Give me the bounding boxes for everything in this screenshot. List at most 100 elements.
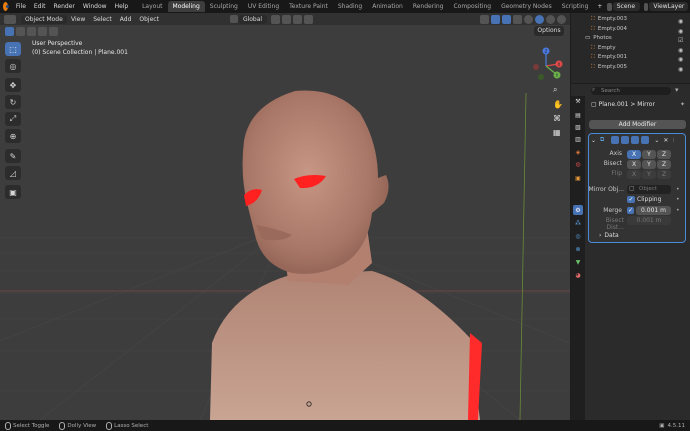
tab-rendering[interactable]: Rendering [408, 1, 449, 12]
constraints-tab-icon[interactable]: ⊗ [573, 244, 583, 254]
select-subtract-icon[interactable] [27, 27, 36, 36]
zoom-icon[interactable]: ⌕ [553, 85, 557, 95]
menu-object[interactable]: Object [135, 15, 163, 24]
outliner-row[interactable]: ⛶ Empty.004 [591, 25, 690, 35]
eye-icon[interactable]: ◉ [678, 65, 683, 75]
snap-icon[interactable] [281, 14, 291, 24]
flip-y-toggle[interactable]: Y [642, 170, 656, 179]
render-toggle-icon[interactable] [641, 136, 650, 144]
tab-modeling[interactable]: Modeling [167, 1, 205, 12]
transform-orientation-selector[interactable]: Global [238, 14, 267, 24]
merge-distance-field[interactable]: 0.001 m [636, 206, 671, 215]
pivot-point-icon[interactable] [270, 14, 280, 24]
clipping-checkbox[interactable]: ✓ [627, 196, 635, 203]
menu-select[interactable]: Select [89, 15, 116, 24]
overlays-toggle-icon[interactable] [502, 14, 511, 24]
tool-scale[interactable]: ⤢ [5, 112, 21, 126]
perspective-toggle-icon[interactable]: ▦ [553, 128, 561, 137]
axis-x-toggle[interactable]: X [627, 150, 641, 159]
snap-target-icon[interactable] [292, 14, 302, 24]
select-new-icon[interactable] [5, 27, 14, 36]
tab-uv-editing[interactable]: UV Editing [243, 1, 284, 12]
tool-tab-icon[interactable]: ⚒ [573, 96, 583, 106]
drag-handle-icon[interactable]: ⁞ [672, 137, 674, 144]
render-tab-icon[interactable]: ▤ [573, 110, 583, 120]
flip-z-toggle[interactable]: Z [657, 170, 671, 179]
menu-add[interactable]: Add [116, 15, 136, 24]
keyframe-dot-icon[interactable]: • [676, 196, 680, 203]
tab-shading[interactable]: Shading [333, 1, 367, 12]
axis-y-toggle[interactable]: Y [642, 150, 656, 159]
cage-toggle-icon[interactable] [621, 136, 630, 144]
scene-tab-icon[interactable]: ◈ [573, 147, 583, 157]
axis-z-toggle[interactable]: Z [657, 150, 671, 159]
eye-icon[interactable]: ◉ [678, 17, 683, 27]
tool-measure[interactable]: ◿ [5, 166, 21, 180]
xray-toggle-icon[interactable] [513, 14, 522, 24]
add-workspace-button[interactable]: + [593, 3, 606, 10]
world-tab-icon[interactable]: ◍ [573, 159, 583, 169]
menu-file[interactable]: File [12, 3, 30, 10]
bisect-z-toggle[interactable]: Z [657, 160, 671, 169]
shading-solid-icon[interactable] [535, 14, 544, 24]
outliner-row[interactable]: ⛶ Empty.005 [591, 63, 690, 73]
output-tab-icon[interactable]: ▧ [573, 122, 583, 132]
view-layer-selector[interactable]: ViewLayer [649, 2, 689, 11]
view-layer-tab-icon[interactable]: ▥ [573, 134, 583, 144]
select-invert-icon[interactable] [38, 27, 47, 36]
data-tab-icon[interactable]: ▼ [573, 257, 583, 267]
object-tab-icon[interactable]: ▣ [573, 173, 583, 183]
tool-add-cube[interactable]: ▣ [5, 185, 21, 199]
tab-layout[interactable]: Layout [137, 1, 167, 12]
data-subpanel-header[interactable]: › Data [599, 232, 619, 239]
select-extend-icon[interactable] [16, 27, 25, 36]
tool-move[interactable]: ✥ [5, 78, 21, 92]
checkbox-icon[interactable]: ☑ [678, 36, 683, 46]
collapse-chevron-icon[interactable]: ⌄ [591, 137, 596, 144]
tab-scripting[interactable]: Scripting [557, 1, 594, 12]
tab-sculpting[interactable]: Sculpting [205, 1, 243, 12]
torso-mesh[interactable] [210, 271, 480, 420]
mode-selector[interactable]: Object Mode [21, 14, 67, 24]
keyframe-dot-icon[interactable]: • [676, 207, 680, 214]
navigation-gizmo[interactable]: X Z Y [528, 44, 568, 84]
shading-rendered-icon[interactable] [557, 14, 566, 24]
bisect-x-toggle[interactable]: X [627, 160, 641, 169]
tab-animation[interactable]: Animation [367, 1, 408, 12]
eye-icon[interactable]: ◉ [678, 55, 683, 65]
eye-icon[interactable]: ◉ [678, 46, 683, 56]
select-intersect-icon[interactable] [49, 27, 58, 36]
bisect-y-toggle[interactable]: Y [642, 160, 656, 169]
tool-select-box[interactable]: ⬚ [5, 42, 21, 56]
tab-texture-paint[interactable]: Texture Paint [284, 1, 333, 12]
menu-window[interactable]: Window [79, 3, 111, 10]
menu-edit[interactable]: Edit [30, 3, 50, 10]
gizmo-toggle-icon[interactable] [491, 14, 500, 24]
editor-type-icon[interactable] [4, 14, 16, 24]
shading-material-icon[interactable] [546, 14, 555, 24]
tool-rotate[interactable]: ↻ [5, 95, 21, 109]
flip-x-toggle[interactable]: X [627, 170, 641, 179]
visibility-icon[interactable] [480, 14, 489, 24]
tab-compositing[interactable]: Compositing [448, 1, 496, 12]
shading-wireframe-icon[interactable] [524, 14, 533, 24]
gizmo-neg-x-handle[interactable] [533, 64, 539, 70]
tool-transform[interactable]: ⊕ [5, 129, 21, 143]
menu-render[interactable]: Render [50, 3, 79, 10]
bisect-distance-field[interactable]: 0.001 m [627, 216, 671, 225]
modifier-tab-icon[interactable]: ⚙ [573, 205, 583, 215]
add-modifier-button[interactable]: Add Modifier [589, 120, 686, 129]
outliner-row[interactable]: ▭ Photos [585, 34, 690, 44]
tab-geometry-nodes[interactable]: Geometry Nodes [496, 1, 557, 12]
tool-annotate[interactable]: ✎ [5, 149, 21, 163]
modifier-menu-icon[interactable]: ⌄ [654, 137, 659, 144]
remove-modifier-icon[interactable]: ✕ [663, 137, 668, 144]
proportional-edit-icon[interactable] [303, 14, 313, 24]
material-tab-icon[interactable]: ◕ [573, 270, 583, 280]
merge-checkbox[interactable]: ✓ [627, 207, 634, 214]
eye-icon[interactable]: ◉ [678, 27, 683, 37]
outliner-row[interactable]: ⛶ Empty.003 [591, 15, 690, 25]
outliner-row[interactable]: ⛶ Empty [591, 44, 690, 54]
scene-selector[interactable]: Scene [612, 2, 641, 11]
physics-tab-icon[interactable]: ◎ [573, 231, 583, 241]
